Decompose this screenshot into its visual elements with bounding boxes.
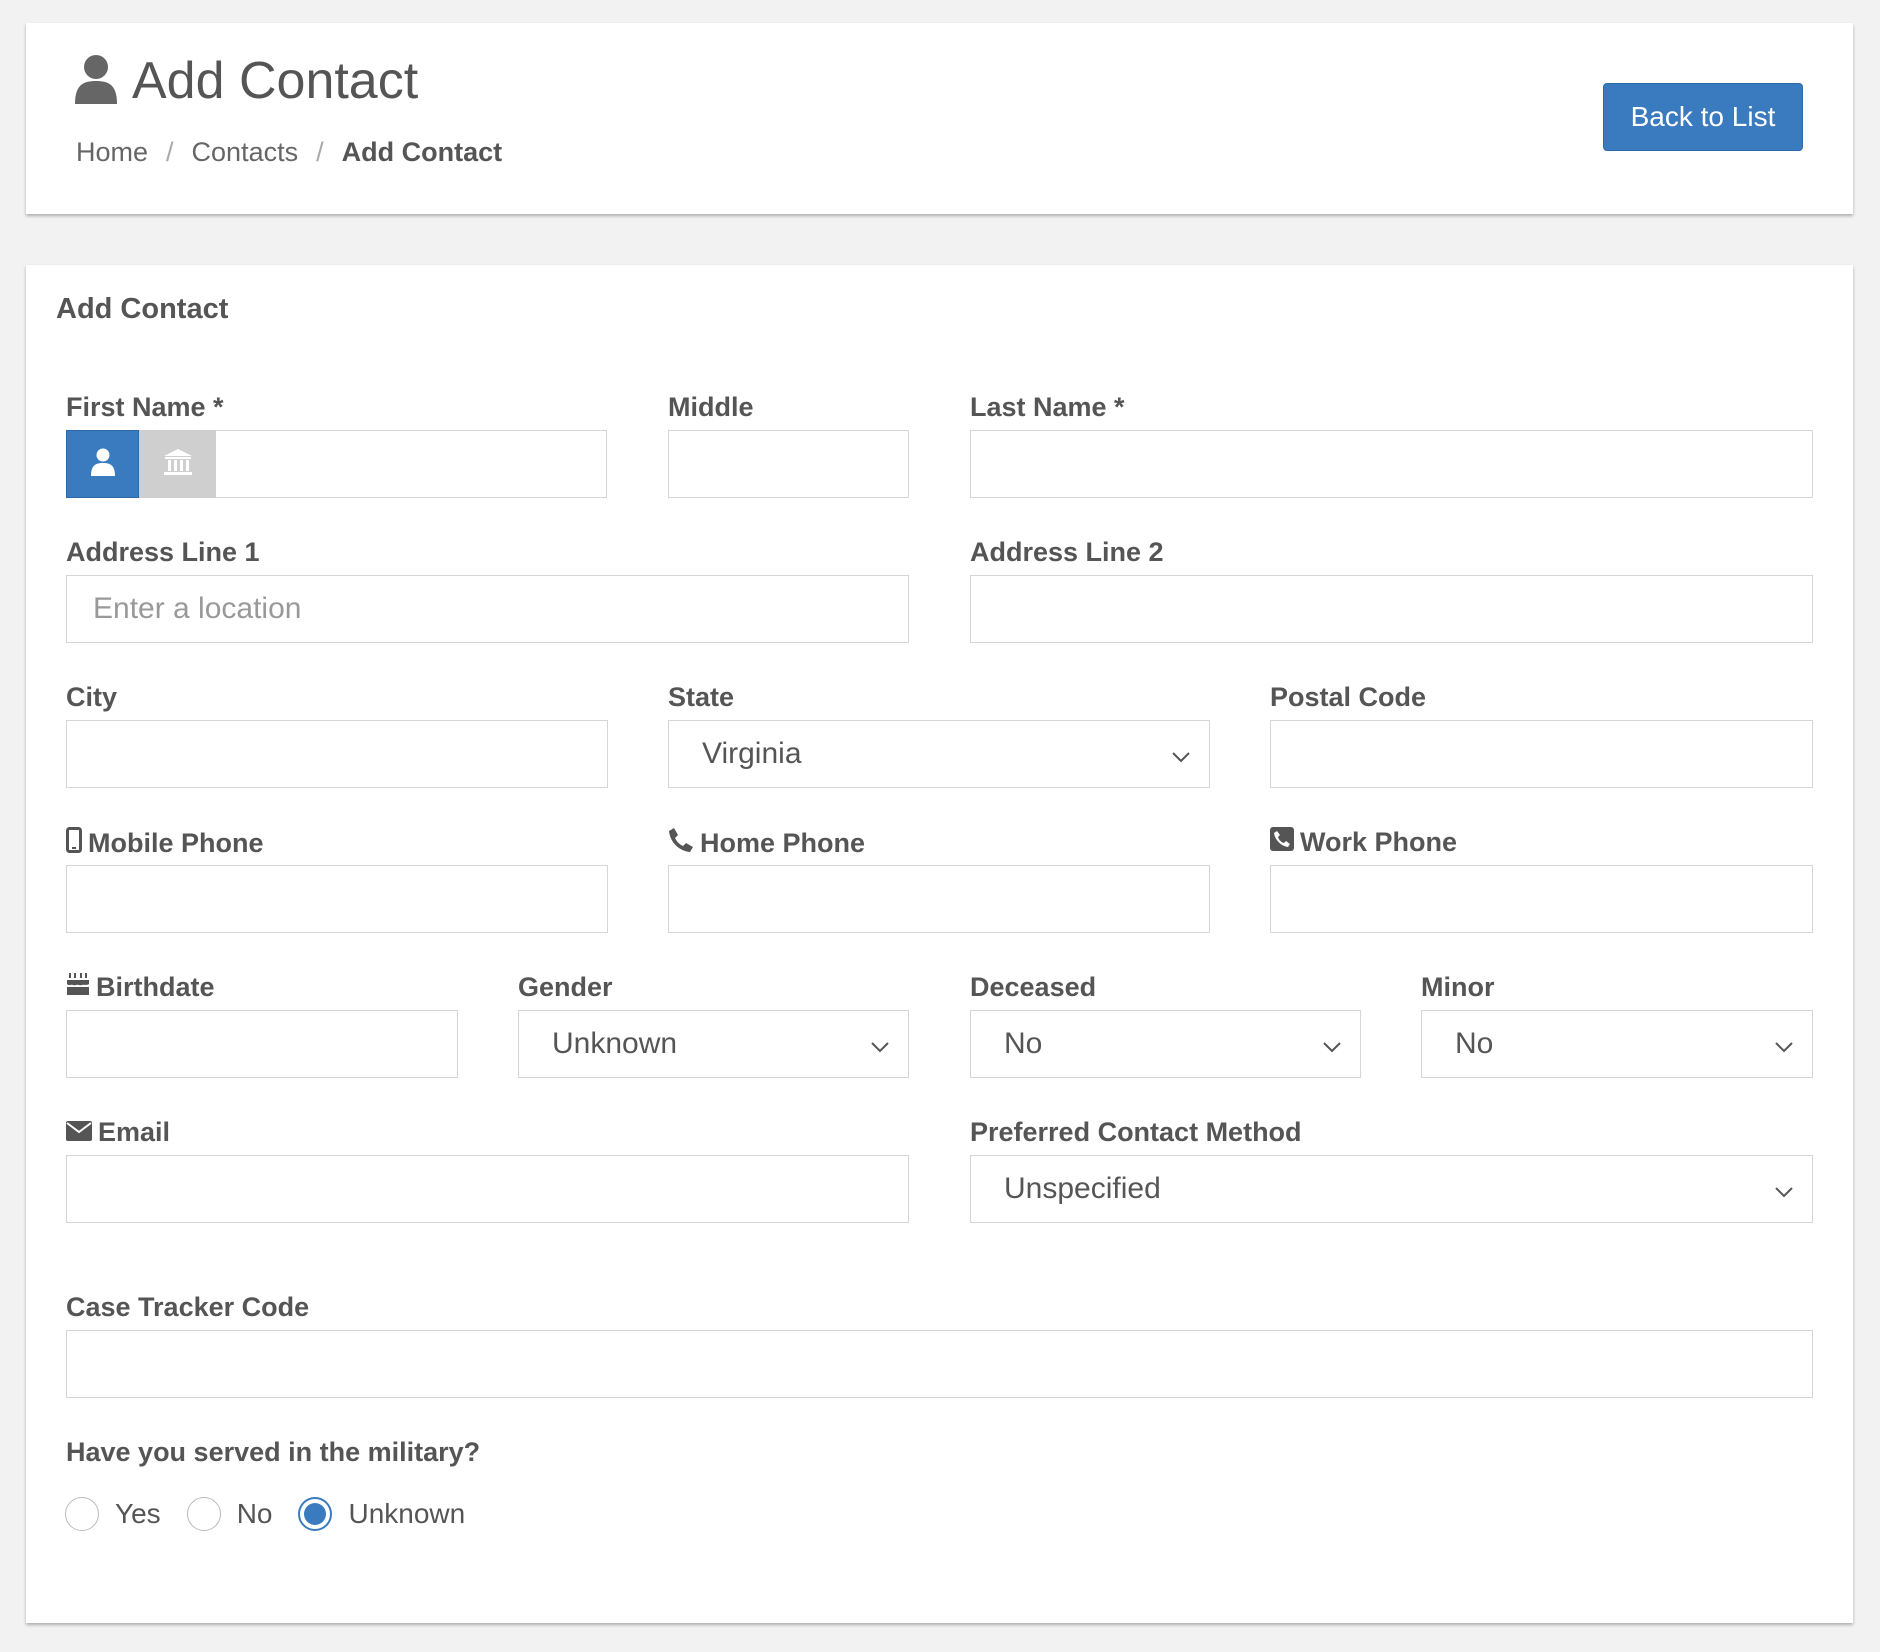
state-label: State — [668, 682, 735, 712]
mobile-phone-label-text: Mobile Phone — [88, 828, 264, 858]
chevron-down-icon — [1171, 737, 1191, 771]
email-label: Email — [66, 1117, 170, 1148]
case-tracker-input[interactable] — [66, 1330, 1813, 1398]
address2-label: Address Line 2 — [970, 537, 1164, 567]
postal-code-label: Postal Code — [1270, 682, 1427, 712]
preferred-contact-select-value: Unspecified — [1004, 1172, 1161, 1205]
cake-icon — [66, 972, 90, 1003]
middle-name-label: Middle — [668, 392, 754, 422]
breadcrumb-current: Add Contact — [341, 137, 503, 167]
bank-icon — [163, 448, 193, 481]
mobile-icon — [66, 827, 82, 860]
military-label: Have you served in the military? — [66, 1437, 481, 1467]
address2-input[interactable] — [970, 575, 1813, 643]
minor-label: Minor — [1421, 972, 1495, 1002]
contact-type-toggle — [66, 430, 217, 498]
last-name-label: Last Name * — [970, 392, 1125, 422]
preferred-contact-label: Preferred Contact Method — [970, 1117, 1302, 1147]
mobile-phone-input[interactable] — [66, 865, 608, 933]
last-name-input[interactable] — [970, 430, 1813, 498]
chevron-down-icon — [1774, 1172, 1794, 1206]
military-radio-group: Yes No Unknown — [65, 1497, 491, 1531]
postal-code-input[interactable] — [1270, 720, 1813, 788]
gender-label: Gender — [518, 972, 613, 1002]
form-panel: Add Contact First Name * Middle Last Nam… — [26, 265, 1853, 1623]
envelope-icon — [66, 1117, 92, 1148]
address1-input[interactable]: Enter a location — [66, 575, 909, 643]
city-label: City — [66, 682, 118, 712]
home-phone-input[interactable] — [668, 865, 1210, 933]
military-no-label[interactable]: No — [237, 1498, 273, 1530]
birthdate-label: Birthdate — [66, 972, 215, 1003]
breadcrumb: Home / Contacts / Add Contact — [76, 137, 502, 168]
first-name-input[interactable] — [216, 430, 607, 498]
user-icon — [74, 54, 118, 109]
phone-icon — [668, 827, 694, 860]
email-label-text: Email — [98, 1117, 171, 1147]
gender-select[interactable]: Unknown — [518, 1010, 909, 1078]
military-unknown-label[interactable]: Unknown — [348, 1498, 465, 1530]
military-yes-label[interactable]: Yes — [115, 1498, 161, 1530]
deceased-label: Deceased — [970, 972, 1097, 1002]
state-select-value: Virginia — [702, 737, 802, 770]
form-title: Add Contact — [56, 293, 229, 325]
military-yes-radio[interactable] — [65, 1497, 99, 1531]
work-phone-input[interactable] — [1270, 865, 1813, 933]
case-tracker-label: Case Tracker Code — [66, 1292, 310, 1322]
deceased-select[interactable]: No — [970, 1010, 1361, 1078]
organization-toggle-button[interactable] — [139, 430, 217, 498]
military-no-radio[interactable] — [186, 1497, 221, 1531]
breadcrumb-separator: / — [316, 137, 324, 167]
page-title: Add Contact — [74, 51, 418, 111]
preferred-contact-select[interactable]: Unspecified — [970, 1155, 1813, 1223]
page-title-text: Add Contact — [132, 52, 419, 110]
birthdate-label-text: Birthdate — [96, 972, 215, 1002]
birthdate-input[interactable] — [66, 1010, 458, 1078]
chevron-down-icon — [870, 1027, 890, 1061]
city-input[interactable] — [66, 720, 608, 788]
first-name-label: First Name * — [66, 392, 224, 422]
phone-square-icon — [1270, 827, 1294, 858]
work-phone-label: Work Phone — [1270, 827, 1457, 858]
user-icon — [90, 448, 115, 481]
state-select[interactable]: Virginia — [668, 720, 1210, 788]
chevron-down-icon — [1322, 1027, 1342, 1061]
minor-select[interactable]: No — [1421, 1010, 1813, 1078]
home-phone-label: Home Phone — [668, 827, 865, 860]
person-toggle-button[interactable] — [66, 430, 139, 498]
radio-selected-dot — [304, 1503, 327, 1525]
back-to-list-button[interactable]: Back to List — [1603, 83, 1803, 151]
military-unknown-radio[interactable] — [298, 1497, 333, 1531]
gender-select-value: Unknown — [552, 1027, 678, 1060]
deceased-select-value: No — [1004, 1027, 1043, 1060]
mobile-phone-label: Mobile Phone — [66, 827, 264, 860]
email-input[interactable] — [66, 1155, 909, 1223]
work-phone-label-text: Work Phone — [1300, 827, 1458, 857]
minor-select-value: No — [1455, 1027, 1494, 1060]
middle-name-input[interactable] — [668, 430, 909, 498]
address1-label: Address Line 1 — [66, 537, 260, 567]
breadcrumb-contacts[interactable]: Contacts — [192, 137, 299, 168]
header-panel: Add Contact Home / Contacts / Add Contac… — [26, 23, 1853, 214]
home-phone-label-text: Home Phone — [700, 828, 866, 858]
breadcrumb-home[interactable]: Home — [76, 137, 148, 168]
breadcrumb-separator: / — [166, 137, 174, 167]
chevron-down-icon — [1774, 1027, 1794, 1061]
